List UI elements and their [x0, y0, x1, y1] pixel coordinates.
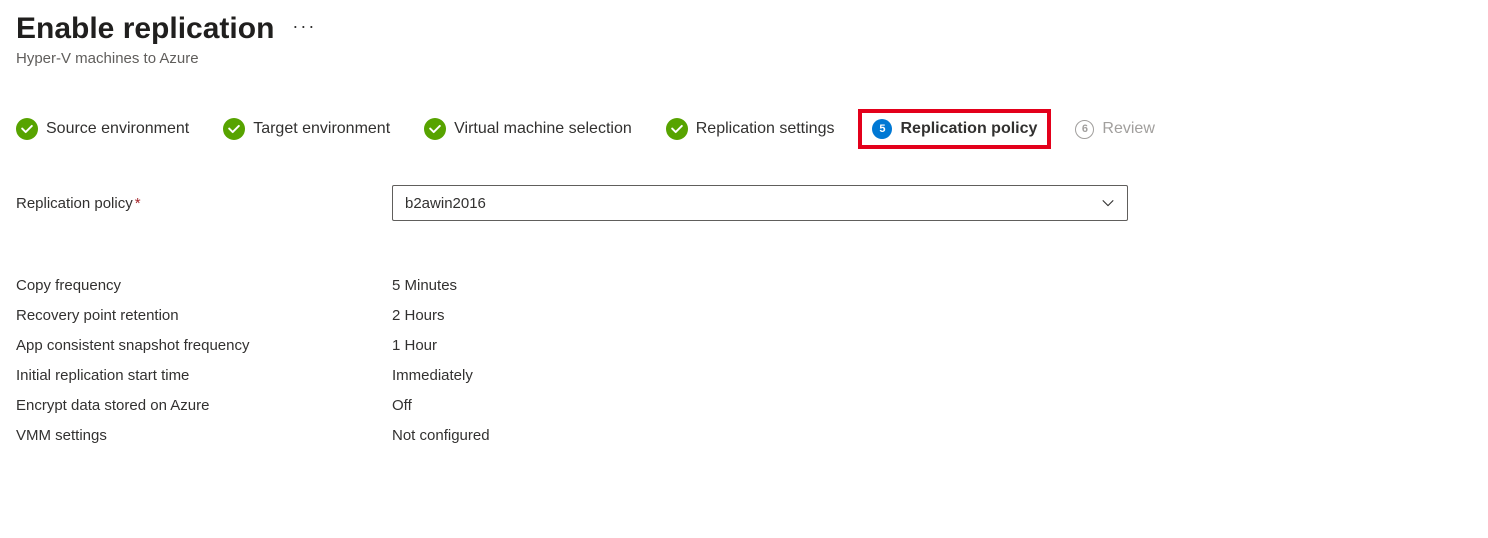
check-icon — [223, 118, 245, 140]
detail-label: App consistent snapshot frequency — [16, 337, 392, 354]
active-step-highlight: 5 Replication policy — [858, 109, 1051, 149]
detail-value: 5 Minutes — [392, 277, 457, 294]
step-replication-policy[interactable]: 5 Replication policy — [872, 119, 1037, 139]
step-label: Source environment — [46, 120, 189, 138]
check-icon — [666, 118, 688, 140]
step-label: Replication settings — [696, 120, 835, 138]
step-replication-settings[interactable]: Replication settings — [666, 118, 835, 140]
detail-initial-start: Initial replication start time Immediate… — [16, 367, 1472, 384]
detail-label: Encrypt data stored on Azure — [16, 397, 392, 414]
step-label: Virtual machine selection — [454, 120, 632, 138]
step-target-environment[interactable]: Target environment — [223, 118, 390, 140]
page-subtitle: Hyper-V machines to Azure — [16, 50, 1472, 67]
detail-value: Immediately — [392, 367, 473, 384]
step-label: Review — [1102, 120, 1154, 138]
step-number-badge: 5 — [872, 119, 892, 139]
policy-details: Copy frequency 5 Minutes Recovery point … — [16, 277, 1472, 444]
detail-label: Recovery point retention — [16, 307, 392, 324]
required-asterisk: * — [135, 195, 141, 212]
detail-value: 1 Hour — [392, 337, 437, 354]
page-title: Enable replication — [16, 12, 274, 46]
detail-value: Not configured — [392, 427, 490, 444]
detail-value: 2 Hours — [392, 307, 445, 324]
detail-label: Copy frequency — [16, 277, 392, 294]
detail-encrypt: Encrypt data stored on Azure Off — [16, 397, 1472, 414]
step-label: Target environment — [253, 120, 390, 138]
detail-copy-frequency: Copy frequency 5 Minutes — [16, 277, 1472, 294]
step-review[interactable]: 6 Review — [1075, 120, 1154, 139]
more-menu-icon[interactable]: ··· — [292, 16, 316, 43]
replication-policy-select[interactable]: b2awin2016 — [392, 185, 1128, 221]
select-value: b2awin2016 — [405, 195, 486, 212]
check-icon — [424, 118, 446, 140]
step-label: Replication policy — [900, 120, 1037, 138]
detail-vmm: VMM settings Not configured — [16, 427, 1472, 444]
detail-recovery-retention: Recovery point retention 2 Hours — [16, 307, 1472, 324]
chevron-down-icon — [1101, 196, 1115, 210]
check-icon — [16, 118, 38, 140]
step-source-environment[interactable]: Source environment — [16, 118, 189, 140]
detail-label: Initial replication start time — [16, 367, 392, 384]
step-vm-selection[interactable]: Virtual machine selection — [424, 118, 632, 140]
detail-app-snapshot: App consistent snapshot frequency 1 Hour — [16, 337, 1472, 354]
replication-policy-label: Replication policy* — [16, 195, 392, 212]
detail-label: VMM settings — [16, 427, 392, 444]
wizard-steps: Source environment Target environment Vi… — [16, 115, 1472, 143]
step-number-badge: 6 — [1075, 120, 1094, 139]
detail-value: Off — [392, 397, 412, 414]
